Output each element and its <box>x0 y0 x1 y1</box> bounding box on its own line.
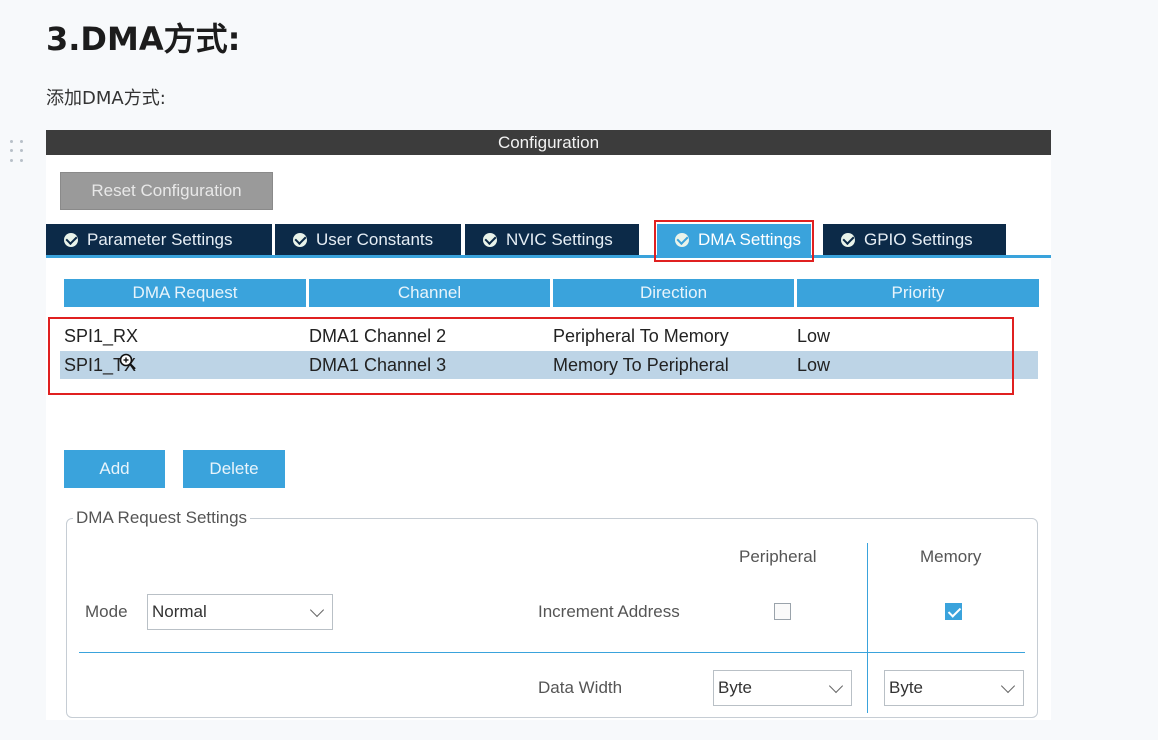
drag-handle-icon[interactable] <box>10 140 26 164</box>
cell-request: SPI1_RX <box>64 326 139 346</box>
tab-nvic-settings[interactable]: NVIC Settings <box>465 224 639 255</box>
check-circle-icon <box>293 232 307 247</box>
tab-label: NVIC Settings <box>506 229 613 249</box>
peripheral-increment-checkbox[interactable] <box>774 603 791 620</box>
memory-increment-checkbox[interactable] <box>945 603 962 620</box>
configuration-panel: Configuration Reset Configuration Parame… <box>46 130 1051 720</box>
dma-request-settings-group: DMA Request Settings Peripheral Memory M… <box>66 508 1038 718</box>
page-subheading: 添加DMA方式: <box>46 88 166 109</box>
tab-user-constants[interactable]: User Constants <box>275 224 461 255</box>
cell-direction: Peripheral To Memory <box>553 326 729 346</box>
check-circle-icon <box>841 232 855 247</box>
column-header-direction[interactable]: Direction <box>553 279 794 307</box>
tab-bar: Parameter Settings User Constants NVIC S… <box>46 224 1051 258</box>
increment-address-label: Increment Address <box>538 602 680 621</box>
column-header-channel[interactable]: Channel <box>309 279 550 307</box>
tab-label: User Constants <box>316 229 434 249</box>
tab-parameter-settings[interactable]: Parameter Settings <box>46 224 272 255</box>
peripheral-width-value: Byte <box>718 678 753 697</box>
chevron-down-icon <box>828 678 844 694</box>
zoom-cursor-icon <box>119 353 136 370</box>
chevron-down-icon <box>1000 678 1016 694</box>
column-header-priority[interactable]: Priority <box>797 279 1039 307</box>
cell-channel: DMA1 Channel 2 <box>309 326 447 346</box>
table-row[interactable]: SPI1_TX DMA1 Channel 3 Memory To Periphe… <box>60 351 1038 379</box>
cell-priority: Low <box>797 326 831 346</box>
cell-priority: Low <box>797 355 831 375</box>
delete-button[interactable]: Delete <box>183 450 285 488</box>
data-width-label: Data Width <box>538 678 623 697</box>
column-header-dma-request[interactable]: DMA Request <box>64 279 306 307</box>
tab-dma-settings[interactable]: DMA Settings <box>657 224 811 255</box>
reset-configuration-button[interactable]: Reset Configuration <box>60 172 273 210</box>
peripheral-data-width-select[interactable]: Byte <box>713 670 852 706</box>
memory-data-width-select[interactable]: Byte <box>884 670 1024 706</box>
tab-gpio-settings[interactable]: GPIO Settings <box>823 224 1006 255</box>
memory-width-value: Byte <box>889 678 924 697</box>
row-divider <box>79 652 1025 653</box>
chevron-down-icon <box>309 602 325 618</box>
memory-header: Memory <box>920 547 982 566</box>
mode-label: Mode <box>85 602 128 621</box>
add-button[interactable]: Add <box>64 450 165 488</box>
group-legend: DMA Request Settings <box>73 508 251 528</box>
column-divider <box>867 543 868 713</box>
window-title: Configuration <box>46 130 1051 155</box>
check-circle-icon <box>483 232 497 247</box>
tab-label: DMA Settings <box>698 229 801 249</box>
cell-direction: Memory To Peripheral <box>553 355 729 375</box>
table-row[interactable]: SPI1_RX DMA1 Channel 2 Peripheral To Mem… <box>60 322 1038 350</box>
mode-select[interactable]: Normal <box>147 594 333 630</box>
page-heading: 3.DMA方式: <box>46 20 241 58</box>
check-circle-icon <box>675 232 689 247</box>
check-circle-icon <box>64 232 78 247</box>
tab-label: Parameter Settings <box>87 229 233 249</box>
peripheral-header: Peripheral <box>739 547 817 566</box>
mode-value: Normal <box>152 602 207 621</box>
cell-channel: DMA1 Channel 3 <box>309 355 447 375</box>
tab-label: GPIO Settings <box>864 229 973 249</box>
